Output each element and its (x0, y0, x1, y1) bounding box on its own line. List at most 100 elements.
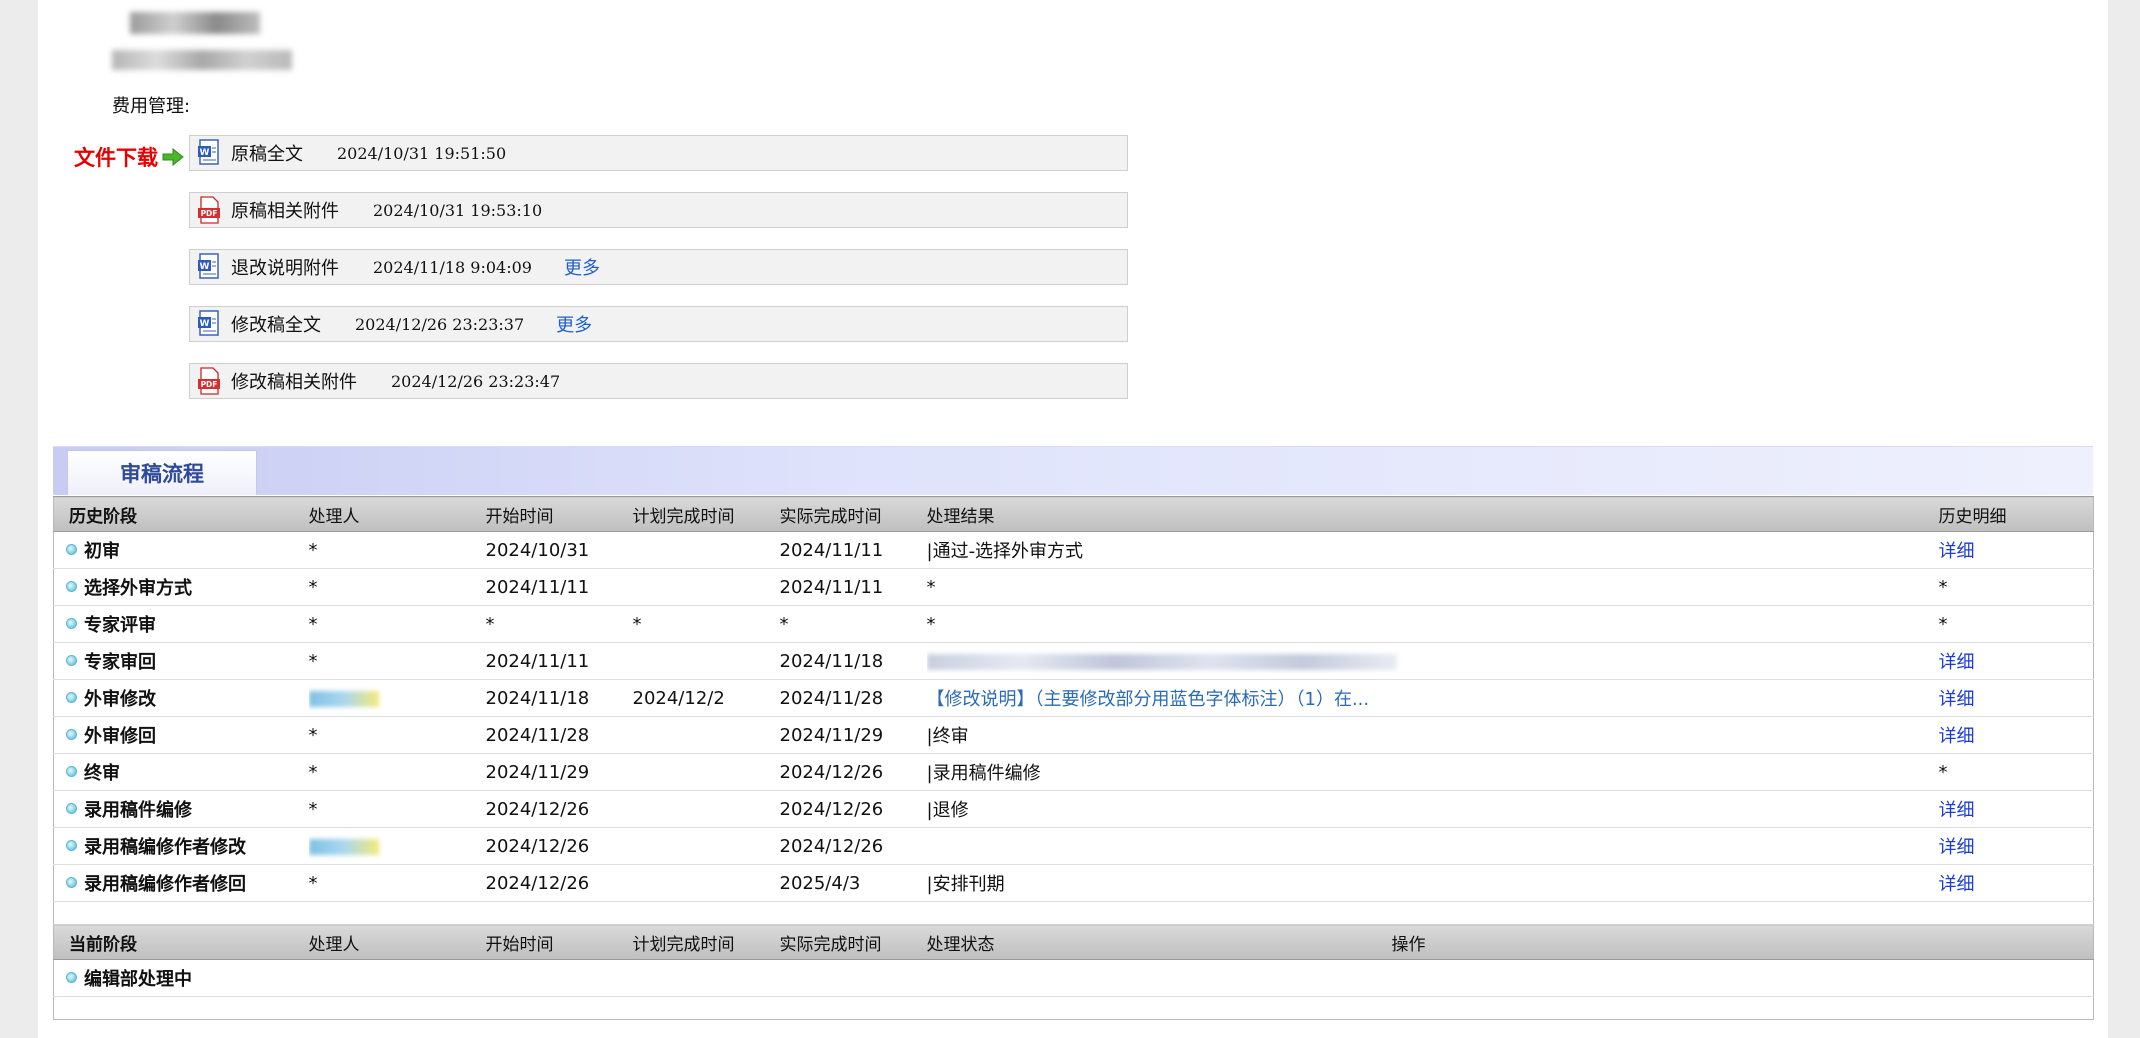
file-name[interactable]: 修改稿相关附件 (231, 368, 357, 394)
word-icon[interactable]: W (197, 310, 221, 338)
start-text: 2024/12/26 (485, 798, 590, 820)
bullet-icon (66, 877, 77, 888)
empty-cell (308, 959, 2094, 997)
history-row: 专家评审 * * * * * * (53, 605, 2094, 643)
handler-cell: * (308, 790, 486, 828)
plan-cell (632, 531, 780, 569)
start-cell: 2024/11/29 (485, 753, 633, 791)
detail-link[interactable]: 详细 (1939, 652, 1975, 673)
detail-text: * (1938, 576, 1948, 598)
handler-text: * (308, 576, 318, 598)
history-row: 外审修回 * 2024/11/28 2024/11/29 |终审 详细 (53, 716, 2094, 754)
stage-cell: 外审修回 (53, 716, 309, 754)
start-cell: 2024/11/11 (485, 642, 633, 680)
stage-name: 外审修回 (84, 726, 156, 747)
history-col-header: 实际完成时间 (779, 496, 927, 532)
stage-name: 初审 (84, 541, 120, 562)
history-col-header: 历史阶段 (53, 496, 309, 532)
word-icon[interactable]: W (197, 253, 221, 281)
stage-cell: 录用稿编修作者修回 (53, 864, 309, 902)
handler-cell: * (308, 605, 486, 643)
stage-cell: 选择外审方式 (53, 568, 309, 606)
actual-text: 2024/12/26 (779, 798, 884, 820)
bullet-icon (66, 692, 77, 703)
start-cell: 2024/11/18 (485, 679, 633, 717)
actual-text: 2024/11/11 (779, 539, 884, 561)
handler-cell (308, 679, 486, 717)
stage-name: 终审 (84, 763, 120, 784)
detail-cell: * (1938, 568, 2094, 606)
result-text: |录用稿件编修 (926, 763, 1041, 784)
result-text[interactable]: 【修改说明】（主要修改部分用蓝色字体标注）（1）在... (927, 689, 1370, 710)
current-col-header: 实际完成时间 (779, 924, 927, 960)
file-time: 2024/10/31 19:53:10 (373, 200, 543, 220)
start-text: 2024/11/29 (485, 761, 590, 783)
header-gap (1391, 496, 1939, 532)
green-arrow-icon (162, 148, 184, 166)
file-more-link[interactable]: 更多 (556, 311, 592, 337)
plan-text: * (632, 613, 642, 635)
file-more-link[interactable]: 更多 (564, 254, 600, 280)
detail-link[interactable]: 详细 (1939, 874, 1975, 895)
stage-name: 专家审回 (84, 652, 156, 673)
actual-text: 2024/11/29 (779, 724, 884, 746)
file-name[interactable]: 原稿相关附件 (231, 197, 339, 223)
bullet-icon (66, 766, 77, 777)
file-name[interactable]: 退改说明附件 (231, 254, 339, 280)
start-text: 2024/11/11 (485, 650, 590, 672)
stage-cell: 专家评审 (53, 605, 309, 643)
result-text: * (926, 613, 936, 635)
plan-cell: 2024/12/2 (632, 679, 780, 717)
file-time: 2024/12/26 23:23:47 (391, 371, 561, 391)
file-name[interactable]: 修改稿全文 (231, 311, 321, 337)
detail-link[interactable]: 详细 (1939, 726, 1975, 747)
detail-link[interactable]: 详细 (1939, 541, 1975, 562)
start-text: 2024/11/28 (485, 724, 590, 746)
history-col-header: 开始时间 (485, 496, 633, 532)
start-cell: 2024/12/26 (485, 827, 633, 865)
stage-name: 录用稿编修作者修回 (84, 874, 246, 895)
end-row (53, 996, 2094, 1020)
start-text: * (485, 613, 495, 635)
file-row: W 修改稿全文 2024/12/26 23:23:37 更多 (189, 306, 1128, 342)
result-cell: 【修改说明】（主要修改部分用蓝色字体标注）（1）在... (926, 679, 1939, 717)
detail-link[interactable]: 详细 (1939, 689, 1975, 710)
actual-cell: 2024/11/29 (779, 716, 927, 754)
result-cell: |终审 (926, 716, 1939, 754)
handler-cell: * (308, 531, 486, 569)
blurred-handler (308, 690, 379, 707)
result-cell: |通过-选择外审方式 (926, 531, 1939, 569)
history-row: 录用稿件编修 * 2024/12/26 2024/12/26 |退修 详细 (53, 790, 2094, 828)
handler-text: * (308, 798, 318, 820)
start-cell: 2024/12/26 (485, 790, 633, 828)
pdf-icon[interactable]: PDF (197, 196, 221, 224)
history-row: 初审 * 2024/10/31 2024/11/11 |通过-选择外审方式 详细 (53, 531, 2094, 569)
stage-name: 选择外审方式 (84, 578, 192, 599)
file-name[interactable]: 原稿全文 (231, 140, 303, 166)
stage-name: 编辑部处理中 (84, 969, 192, 990)
tab-review-process[interactable]: 审稿流程 (67, 450, 257, 495)
result-text: |终审 (926, 726, 969, 747)
current-col-header: 开始时间 (485, 924, 633, 960)
handler-text: * (308, 613, 318, 635)
plan-cell (632, 864, 780, 902)
pdf-icon[interactable]: PDF (197, 367, 221, 395)
current-header-row: 当前阶段 处理人 开始时间 计划完成时间 实际完成时间 处理状态 操作 (53, 924, 2094, 960)
bullet-icon (66, 729, 77, 740)
actual-cell: * (779, 605, 927, 643)
result-cell (926, 827, 1939, 865)
detail-cell: * (1938, 605, 2094, 643)
detail-text: * (1938, 761, 1948, 783)
history-col-header: 处理人 (308, 496, 486, 532)
blurred-title (130, 12, 260, 34)
detail-link[interactable]: 详细 (1939, 837, 1975, 858)
stage-cell: 外审修改 (53, 679, 309, 717)
result-cell: |录用稿件编修 (926, 753, 1939, 791)
word-icon[interactable]: W (197, 139, 221, 167)
result-cell: * (926, 605, 1939, 643)
start-text: 2024/10/31 (485, 539, 590, 561)
detail-link[interactable]: 详细 (1939, 800, 1975, 821)
handler-text: * (308, 724, 318, 746)
svg-text:W: W (200, 148, 210, 158)
svg-text:W: W (200, 262, 210, 272)
